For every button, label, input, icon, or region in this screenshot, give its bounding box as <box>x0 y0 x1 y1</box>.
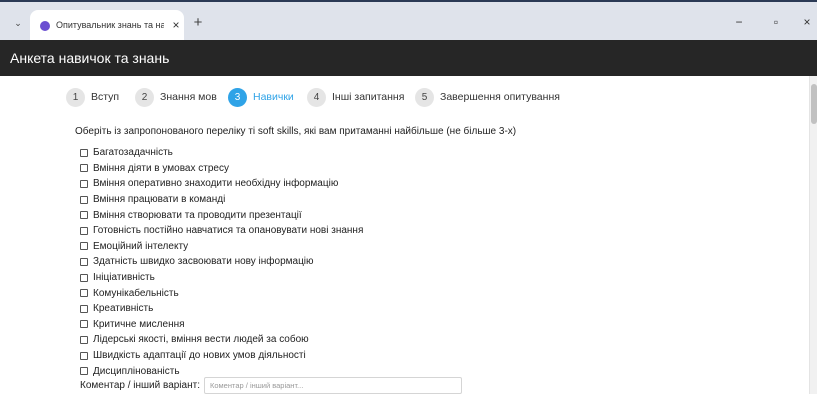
soft-skills-options: Багатозадачність Вміння діяти в умовах с… <box>80 145 480 379</box>
option-label: Комунікабельність <box>93 287 179 299</box>
step-label: Інші запитання <box>332 91 405 103</box>
option-label: Критичне мислення <box>93 318 185 330</box>
browser-tab-active[interactable]: Опитувальник знань та навич × <box>30 10 184 42</box>
question-text: Оберіть із запропонованого переліку ті s… <box>75 126 517 137</box>
option-label: Лідерські якості, вміння вести людей за … <box>93 334 309 346</box>
option-label: Емоційний інтелекту <box>93 240 189 252</box>
option-label: Вміння створювати та проводити презентац… <box>93 209 302 221</box>
option-leadership[interactable]: Лідерські якості, вміння вести людей за … <box>80 332 480 348</box>
browser-tab-bar: ⌄ Опитувальник знань та навич × + − ▫ × <box>0 0 817 42</box>
comment-label: Коментар / інший варіант: <box>80 380 200 391</box>
option-label: Вміння оперативно знаходити необхідну ін… <box>93 178 339 190</box>
checkbox[interactable] <box>80 211 88 220</box>
comment-row: Коментар / інший варіант: <box>80 377 462 394</box>
survey-steps-nav: 1 Вступ 2 Знання мов 3 Навички 4 Інші за… <box>66 87 626 107</box>
checkbox[interactable] <box>80 367 88 376</box>
option-label: Вміння діяти в умовах стресу <box>93 162 229 174</box>
checkbox[interactable] <box>80 195 88 204</box>
step-label: Знання мов <box>160 91 217 103</box>
option-adaptability[interactable]: Швидкість адаптації до нових умов діяльн… <box>80 348 480 364</box>
option-label: Дисциплінованість <box>93 365 180 377</box>
checkbox[interactable] <box>80 351 88 360</box>
checkbox[interactable] <box>80 148 88 157</box>
option-presentations[interactable]: Вміння створювати та проводити презентац… <box>80 207 480 223</box>
checkbox[interactable] <box>80 257 88 266</box>
new-tab-plus-icon[interactable]: + <box>190 15 206 31</box>
checkbox[interactable] <box>80 242 88 251</box>
option-learning[interactable]: Готовність постійно навчатися та опанову… <box>80 223 480 239</box>
option-label: Готовність постійно навчатися та опанову… <box>93 225 364 237</box>
checkbox[interactable] <box>80 289 88 298</box>
checkbox[interactable] <box>80 320 88 329</box>
option-label: Здатність швидко засвоювати нову інформа… <box>93 256 314 268</box>
option-stress[interactable]: Вміння діяти в умовах стресу <box>80 161 480 177</box>
tab-close-icon[interactable]: × <box>170 18 182 32</box>
option-teamwork[interactable]: Вміння працювати в команді <box>80 192 480 208</box>
window-minimize-icon[interactable]: − <box>732 15 746 29</box>
option-label: Швидкість адаптації до нових умов діяльн… <box>93 350 306 362</box>
option-emotional-intelligence[interactable]: Емоційний інтелекту <box>80 239 480 255</box>
step-label: Вступ <box>91 91 120 103</box>
option-label: Вміння працювати в команді <box>93 194 226 206</box>
step-number: 3 <box>228 87 247 107</box>
step-number: 4 <box>307 87 326 107</box>
checkbox[interactable] <box>80 304 88 313</box>
step-number: 5 <box>415 87 434 107</box>
checkbox[interactable] <box>80 273 88 282</box>
option-multitasking[interactable]: Багатозадачність <box>80 145 480 161</box>
option-label: Креативність <box>93 303 154 315</box>
step-intro[interactable]: 1 Вступ <box>66 87 119 107</box>
option-info-search[interactable]: Вміння оперативно знаходити необхідну ін… <box>80 176 480 192</box>
option-initiative[interactable]: Ініціативність <box>80 270 480 286</box>
step-label: Завершення опитування <box>440 91 560 103</box>
step-skills[interactable]: 3 Навички <box>228 87 294 107</box>
checkbox[interactable] <box>80 226 88 235</box>
step-other-questions[interactable]: 4 Інші запитання <box>307 87 404 107</box>
step-number: 1 <box>66 87 85 107</box>
option-fast-learning[interactable]: Здатність швидко засвоювати нову інформа… <box>80 254 480 270</box>
step-languages[interactable]: 2 Знання мов <box>135 87 217 107</box>
checkbox[interactable] <box>80 335 88 344</box>
page-title: Анкета навичок та знань <box>10 50 170 66</box>
option-label: Багатозадачність <box>93 147 173 159</box>
comment-input[interactable] <box>203 377 462 394</box>
step-completion[interactable]: 5 Завершення опитування <box>415 87 560 107</box>
step-number: 2 <box>135 87 154 107</box>
option-communication[interactable]: Комунікабельність <box>80 285 480 301</box>
window-close-icon[interactable]: × <box>800 15 814 29</box>
tab-title: Опитувальник знань та навич <box>56 20 164 30</box>
option-critical-thinking[interactable]: Критичне мислення <box>80 317 480 333</box>
option-label: Ініціативність <box>93 272 155 284</box>
checkbox[interactable] <box>80 164 88 173</box>
app-header: Анкета навичок та знань <box>0 40 817 76</box>
option-creativity[interactable]: Креативність <box>80 301 480 317</box>
tab-search-chevron-icon[interactable]: ⌄ <box>9 14 27 32</box>
step-label: Навички <box>253 91 294 103</box>
page-scrollbar[interactable] <box>809 76 817 394</box>
favicon-icon <box>40 21 50 31</box>
scrollbar-thumb[interactable] <box>811 84 817 124</box>
checkbox[interactable] <box>80 179 88 188</box>
window-maximize-icon[interactable]: ▫ <box>769 15 783 29</box>
